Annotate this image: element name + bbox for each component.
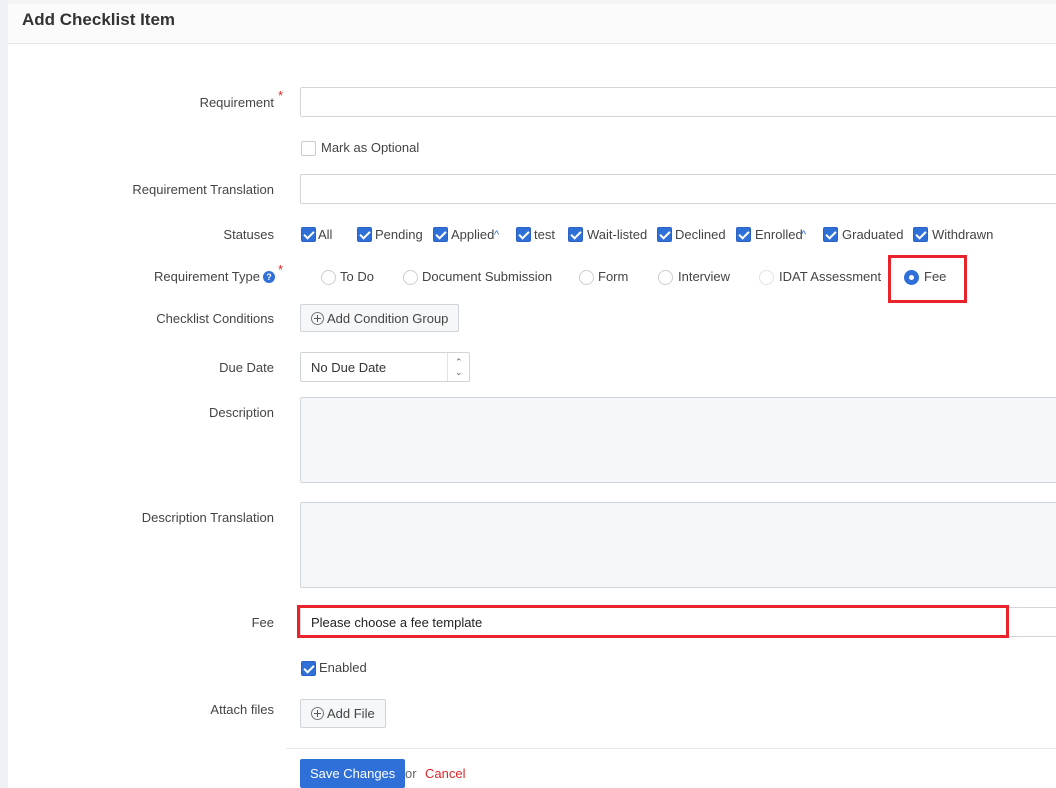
status-checkbox-enrolled[interactable] [736, 227, 751, 242]
status-checkbox-withdrawn[interactable] [913, 227, 928, 242]
description-label: Description [208, 405, 274, 420]
add-file-button[interactable]: Add File [300, 699, 386, 728]
requirement-type-required-mark: * [278, 262, 284, 277]
enrolled-expand-caret-icon[interactable]: ^ [801, 229, 806, 241]
status-label-graduated: Graduated [842, 227, 904, 242]
radio-interview[interactable] [658, 270, 673, 285]
radio-label-interview: Interview [678, 269, 731, 284]
radio-label-idat-assessment: IDAT Assessment [779, 269, 882, 284]
due-date-spinner[interactable]: ⌃ ⌄ [447, 353, 469, 381]
requirement-translation-input[interactable] [300, 174, 1056, 204]
status-label-withdrawn: Withdrawn [932, 227, 994, 242]
page-title: Add Checklist Item [22, 10, 176, 29]
enabled-label: Enabled [319, 660, 367, 675]
fee-label: Fee [251, 615, 274, 630]
requirement-label: Requirement [199, 95, 274, 110]
chevron-down-icon[interactable]: ⌄ [455, 368, 463, 377]
status-label-all: All [318, 227, 333, 242]
mark-optional-checkbox[interactable] [301, 141, 316, 156]
requirement-input[interactable] [300, 87, 1056, 117]
statuses-label: Statuses [223, 227, 274, 242]
applied-expand-caret-icon[interactable]: ^ [494, 229, 499, 241]
status-label-applied: Applied [451, 227, 495, 242]
radio-idat-assessment[interactable] [759, 270, 774, 285]
status-label-declined: Declined [675, 227, 726, 242]
status-label-pending: Pending [375, 227, 423, 242]
requirement-required-mark: * [278, 88, 284, 103]
due-date-label: Due Date [219, 360, 274, 375]
radio-form[interactable] [579, 270, 594, 285]
plus-circle-icon [311, 707, 324, 720]
description-textarea[interactable] [300, 397, 1056, 483]
radio-label-to-do: To Do [340, 269, 374, 284]
save-changes-button[interactable]: Save Changes [300, 759, 406, 788]
due-date-select[interactable]: No Due Date ⌃ ⌄ [300, 352, 470, 382]
add-condition-group-label: Add Condition Group [327, 310, 449, 326]
requirement-translation-label: Requirement Translation [132, 182, 274, 197]
description-translation-label: Description Translation [141, 510, 274, 525]
radio-to-do[interactable] [321, 270, 336, 285]
status-checkbox-declined[interactable] [657, 227, 672, 242]
description-translation-textarea[interactable] [300, 502, 1056, 588]
add-condition-group-button[interactable]: Add Condition Group [300, 304, 460, 332]
requirement-type-label: Requirement Type [154, 269, 260, 284]
cancel-link[interactable]: Cancel [425, 766, 465, 781]
mark-optional-label: Mark as Optional [321, 140, 420, 155]
page-header: Add Checklist Item [8, 4, 1056, 44]
footer-divider [286, 748, 1056, 749]
radio-label-document-submission: Document Submission [422, 269, 553, 284]
enabled-checkbox[interactable] [301, 661, 316, 676]
chevron-up-icon[interactable]: ⌃ [455, 358, 463, 367]
attach-files-label: Attach files [210, 702, 274, 717]
status-checkbox-applied[interactable] [433, 227, 448, 242]
radio-document-submission[interactable] [403, 270, 418, 285]
status-label-wait-listed: Wait-listed [587, 227, 648, 242]
status-checkbox-all[interactable] [301, 227, 316, 242]
or-text: or [405, 766, 417, 781]
status-label-enrolled: Enrolled [755, 227, 803, 242]
status-checkbox-graduated[interactable] [823, 227, 838, 242]
status-checkbox-test[interactable] [516, 227, 531, 242]
help-icon[interactable]: ? [263, 271, 275, 283]
left-gutter [0, 0, 8, 788]
checklist-conditions-label: Checklist Conditions [156, 311, 274, 326]
radio-label-form: Form [598, 269, 629, 284]
status-checkbox-wait-listed[interactable] [568, 227, 583, 242]
status-label-test: test [534, 227, 555, 242]
fee-field-highlight [297, 605, 1009, 638]
fee-radio-highlight [888, 255, 967, 303]
plus-circle-icon [311, 311, 324, 325]
status-checkbox-pending[interactable] [357, 227, 372, 242]
due-date-value: No Due Date [311, 360, 387, 375]
add-file-label: Add File [327, 706, 375, 721]
